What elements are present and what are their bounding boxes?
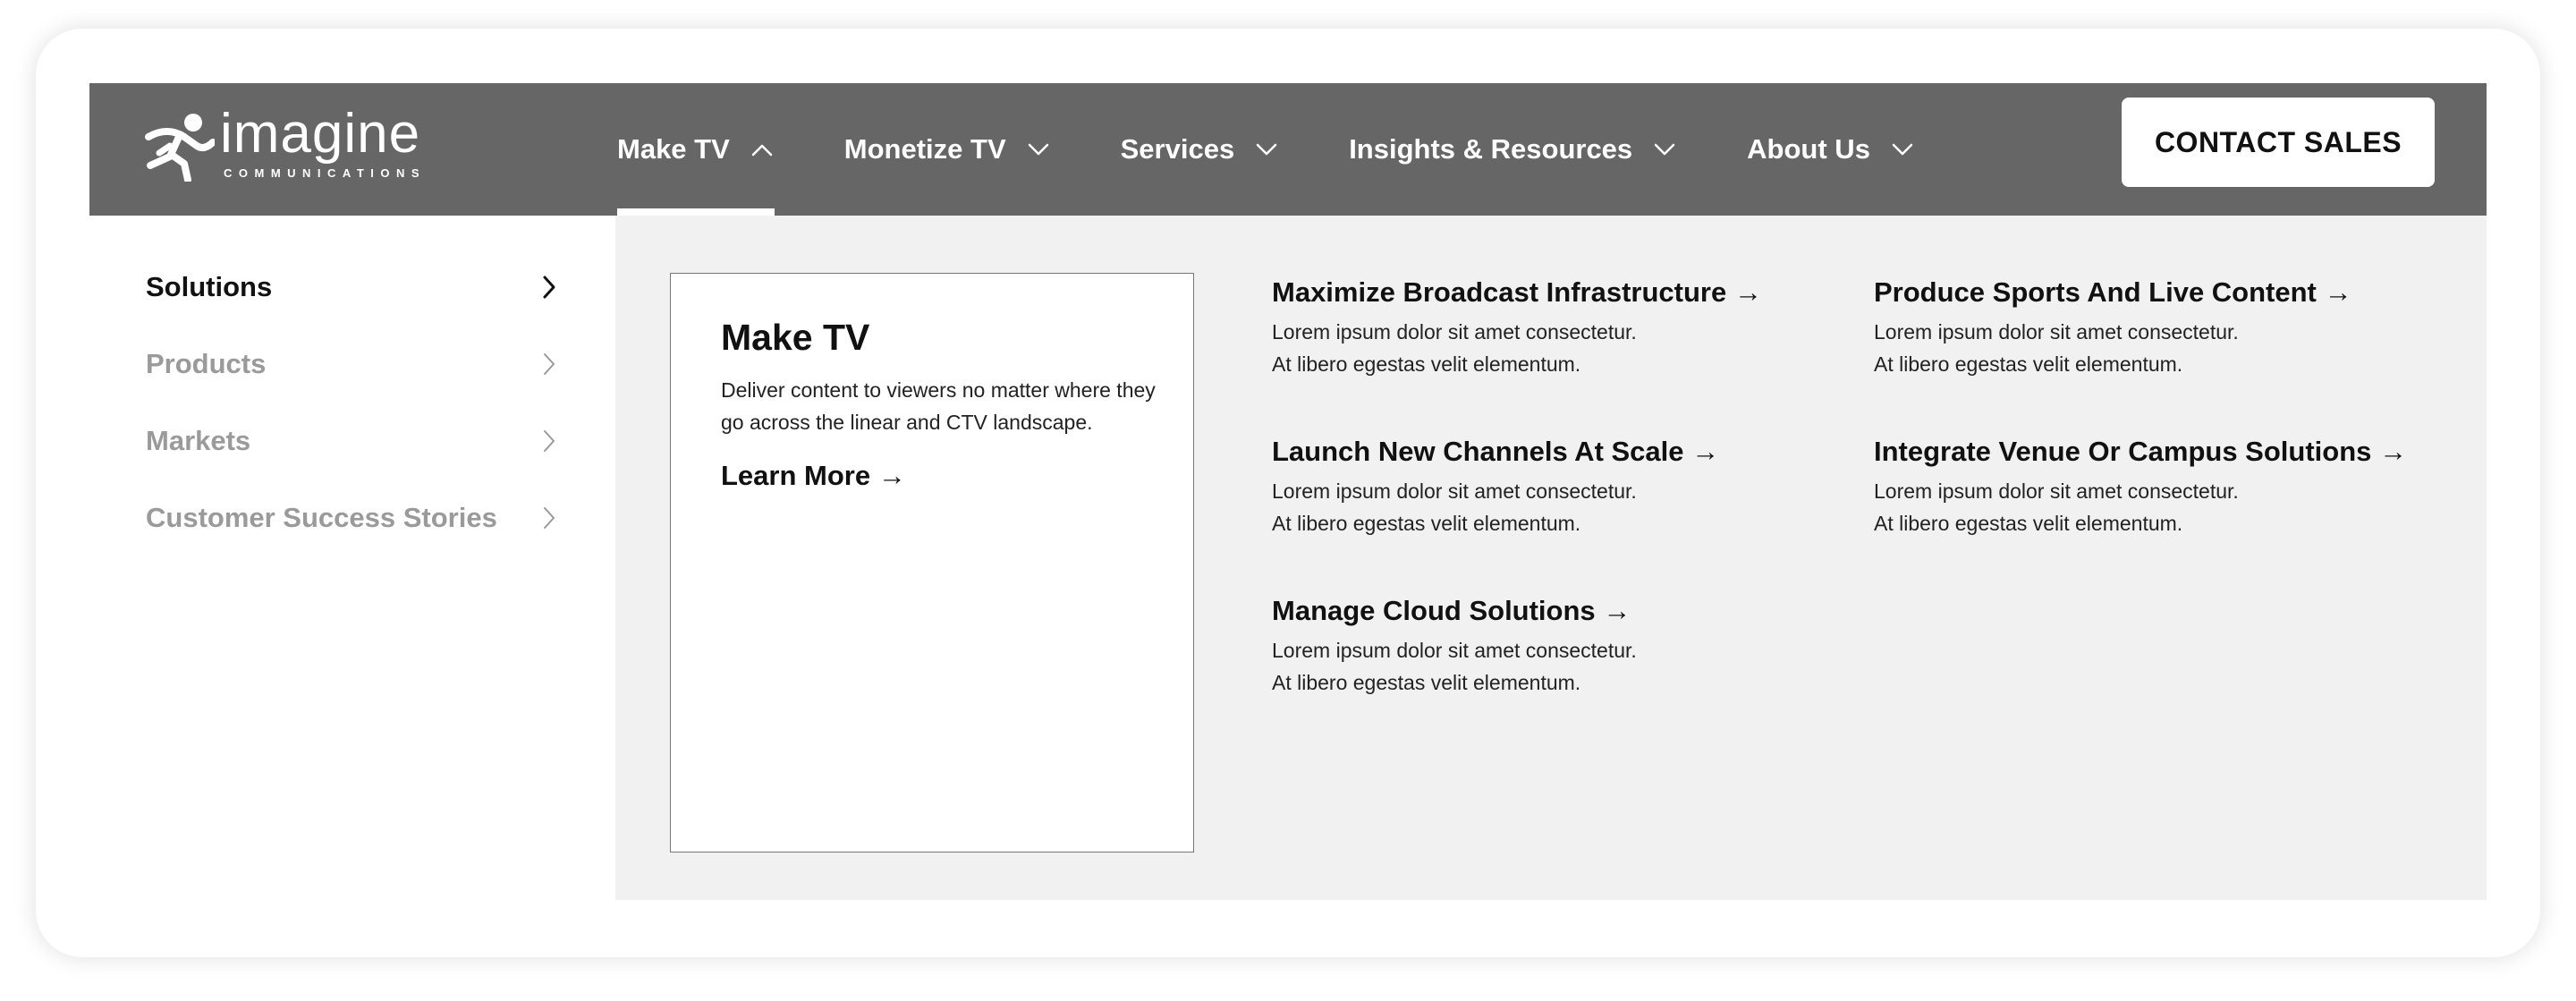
- solution-description: Lorem ipsum dolor sit amet consectetur. …: [1272, 475, 1862, 539]
- nav-item-services[interactable]: Services: [1121, 83, 1280, 216]
- solution-link-item: Produce Sports And Live Content → Lorem …: [1874, 276, 2464, 380]
- solution-link[interactable]: Launch New Channels At Scale →: [1272, 436, 1862, 468]
- solution-description: Lorem ipsum dolor sit amet consectetur. …: [1272, 634, 1862, 699]
- solution-description: Lorem ipsum dolor sit amet consectetur. …: [1874, 316, 2464, 380]
- chevron-down-icon: [1654, 143, 1675, 156]
- solution-link[interactable]: Produce Sports And Live Content →: [1874, 276, 2464, 309]
- solution-link[interactable]: Maximize Broadcast Infrastructure →: [1272, 276, 1862, 309]
- contact-sales-button[interactable]: CONTACT SALES: [2122, 98, 2435, 187]
- chevron-down-icon: [1028, 143, 1048, 156]
- solution-link-item: Maximize Broadcast Infrastructure → Lore…: [1272, 276, 1862, 380]
- solution-description-text: Lorem ipsum dolor sit amet consectetur. …: [1272, 639, 1637, 694]
- brand-tagline: COMMUNICATIONS: [224, 166, 427, 180]
- solution-description-text: Lorem ipsum dolor sit amet consectetur. …: [1874, 479, 2239, 535]
- chevron-right-icon: [544, 353, 555, 375]
- top-navigation-bar: imagine COMMUNICATIONS Make TV Monetize …: [89, 83, 2487, 216]
- nav-item-make-tv[interactable]: Make TV: [617, 83, 775, 216]
- solution-description-text: Lorem ipsum dolor sit amet consectetur. …: [1874, 320, 2239, 376]
- solution-description: Lorem ipsum dolor sit amet consectetur. …: [1272, 316, 1862, 380]
- mega-menu-sidebar: Solutions Products Markets Customer Succ…: [89, 216, 615, 900]
- nav-item-label: Make TV: [617, 133, 730, 165]
- chevron-right-icon: [544, 507, 555, 529]
- nav-item-label: About Us: [1747, 133, 1870, 165]
- nav-item-label: Services: [1120, 133, 1235, 165]
- sidebar-item-label: Customer Success Stories: [146, 502, 497, 533]
- nav-item-insights-resources[interactable]: Insights & Resources: [1349, 83, 1677, 216]
- running-figure-logo-icon: [145, 114, 215, 182]
- sidebar-item-markets[interactable]: Markets: [146, 414, 557, 468]
- chevron-right-icon: [544, 430, 555, 452]
- solution-link-item: Launch New Channels At Scale → Lorem ips…: [1272, 436, 1862, 539]
- solution-link-item: Manage Cloud Solutions → Lorem ipsum dol…: [1272, 595, 1862, 699]
- nav-item-about-us[interactable]: About Us: [1747, 83, 1915, 216]
- solution-description-text: Lorem ipsum dolor sit amet consectetur. …: [1272, 320, 1637, 376]
- sidebar-item-solutions[interactable]: Solutions: [146, 260, 557, 314]
- feature-description: Deliver content to viewers no matter whe…: [721, 378, 1156, 434]
- feature-card: Make TV Deliver content to viewers no ma…: [670, 273, 1194, 853]
- chevron-down-icon: [1892, 143, 1913, 156]
- mega-menu-content-panel: Make TV Deliver content to viewers no ma…: [615, 216, 2487, 900]
- nav-item-label: Monetize TV: [843, 133, 1006, 165]
- chevron-down-icon: [1256, 143, 1277, 156]
- sidebar-item-customer-success-stories[interactable]: Customer Success Stories: [146, 491, 557, 545]
- nav-item-monetize-tv[interactable]: Monetize TV: [844, 83, 1051, 216]
- solution-link-item: Integrate Venue Or Campus Solutions → Lo…: [1874, 436, 2464, 539]
- main-nav: Make TV Monetize TV Services Insights & …: [617, 83, 1985, 216]
- sidebar-item-label: Products: [146, 348, 267, 379]
- solution-description-text: Lorem ipsum dolor sit amet consectetur. …: [1272, 479, 1637, 535]
- sidebar-item-label: Markets: [146, 425, 251, 456]
- brand-name: imagine: [220, 103, 421, 165]
- learn-more-link[interactable]: Learn More →: [721, 460, 906, 492]
- brand-logo[interactable]: imagine COMMUNICATIONS: [143, 106, 429, 182]
- solution-description: Lorem ipsum dolor sit amet consectetur. …: [1874, 475, 2464, 539]
- sidebar-item-label: Solutions: [146, 271, 273, 302]
- feature-title: Make TV: [721, 317, 870, 358]
- chevron-up-icon: [751, 144, 773, 157]
- solution-link[interactable]: Integrate Venue Or Campus Solutions →: [1874, 436, 2464, 468]
- nav-item-label: Insights & Resources: [1349, 133, 1633, 165]
- solution-link[interactable]: Manage Cloud Solutions →: [1272, 595, 1862, 627]
- chevron-right-icon: [543, 276, 555, 299]
- sidebar-item-products[interactable]: Products: [146, 337, 557, 391]
